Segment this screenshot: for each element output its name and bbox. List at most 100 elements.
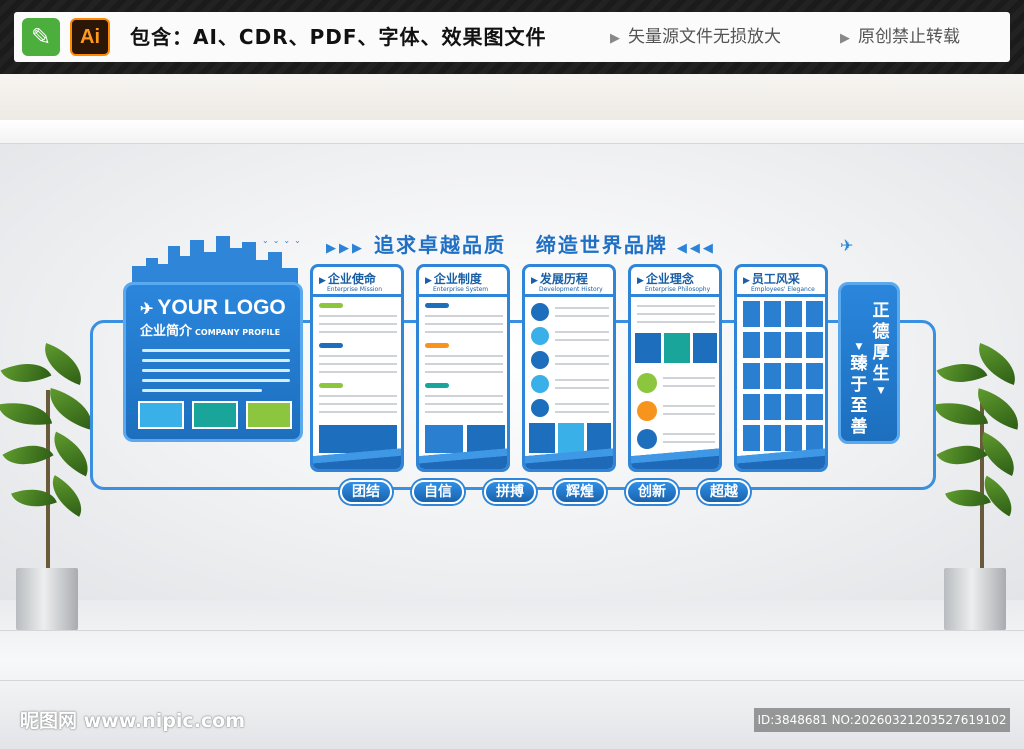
text-line [142, 389, 262, 392]
panel-title-text: 企业理念 [645, 272, 694, 286]
timeline-dot [531, 351, 549, 369]
text-line [663, 377, 715, 379]
text-line [319, 323, 397, 325]
panel-title-text: 发展历程 [539, 272, 588, 286]
text-line [555, 315, 609, 317]
employee-photo [806, 363, 823, 389]
text-line [319, 355, 397, 357]
motto-right-3: 生 [872, 364, 890, 384]
panel-subtitle: Enterprise Philosophy [645, 286, 711, 293]
panel-system: ▶ 企业制度 Enterprise System [416, 264, 510, 472]
building [190, 240, 204, 286]
motto-left-2: 至 [850, 396, 868, 416]
panel-history: ▶ 发展历程 Development History [522, 264, 616, 472]
headline: ▶▶▶ 追求卓越品质 缔造世界品牌 ◀◀◀ [326, 230, 866, 260]
text-line [637, 305, 715, 307]
wave-decoration [631, 447, 719, 469]
text-line [142, 359, 290, 362]
wave-decoration [737, 447, 825, 469]
bullet-pill [319, 383, 343, 388]
triangle-down-icon: ▼ [855, 342, 863, 352]
timeline-dot [531, 375, 549, 393]
wave-decoration [313, 447, 401, 469]
building [204, 252, 216, 286]
profile-cn: 企业简介 [140, 324, 193, 339]
photo-placeholder [664, 333, 690, 363]
value-chip: 自信 [412, 480, 464, 504]
panel-subtitle: Employees' Elegance [751, 286, 815, 293]
text-line [555, 411, 609, 413]
text-line [555, 379, 609, 381]
panel-mission: ▶ 企业使命 Enterprise Mission [310, 264, 404, 472]
text-line [142, 369, 290, 372]
photo-placeholder [246, 401, 292, 429]
employee-photo [764, 363, 781, 389]
motto-left-column: ▼ 臻 于 至 善 [849, 341, 869, 438]
panel-philosophy: ▶ 企业理念 Enterprise Philosophy [628, 264, 722, 472]
text-line [425, 411, 503, 413]
bullet-pill [425, 303, 449, 308]
wave-decoration [525, 447, 613, 469]
timeline-dot [531, 399, 549, 417]
text-line [663, 433, 715, 435]
employee-photo [785, 332, 802, 358]
photo-placeholder [138, 401, 184, 429]
text-line [425, 355, 503, 357]
value-chip: 拼搏 [484, 480, 536, 504]
employee-photo [764, 394, 781, 420]
employee-photo [743, 363, 760, 389]
panel-divider [525, 294, 613, 297]
triangle-icon: ▶ [531, 276, 538, 286]
bullet-pill [425, 343, 449, 348]
employee-photo [764, 332, 781, 358]
plane-logo-icon: ✈ [140, 301, 154, 318]
arrow-icons: ◀◀◀ [676, 241, 716, 256]
logo-text: YOUR LOGO [157, 296, 286, 319]
triangle-down-icon: ▼ [877, 386, 885, 396]
building [230, 248, 242, 286]
motto-right-column: 正 德 厚 生 ▼ [871, 301, 891, 398]
arrow-icons: ▶▶▶ [326, 241, 365, 256]
text-line [555, 307, 609, 309]
watermark-id: ID:3848681 NO:20260321203527619102 [754, 708, 1010, 732]
employee-photo [743, 301, 760, 327]
triangle-icon: ▶ [425, 276, 432, 286]
text-line [425, 363, 503, 365]
panel-divider [631, 294, 719, 297]
text-line [637, 313, 715, 315]
panel-divider [313, 294, 401, 297]
timeline-dot [531, 303, 549, 321]
text-line [425, 395, 503, 397]
text-line [555, 403, 609, 405]
employee-photo [806, 394, 823, 420]
text-line [319, 363, 397, 365]
motto-right-0: 正 [872, 301, 890, 321]
employee-photo [785, 394, 802, 420]
profile-en: COMPANY PROFILE [195, 328, 281, 337]
motto-right-2: 厚 [872, 343, 890, 363]
bullet-dot [637, 373, 657, 393]
text-line [319, 371, 397, 373]
text-line [425, 315, 503, 317]
text-line [142, 379, 290, 382]
text-line [663, 413, 715, 415]
panel-title-text: 企业制度 [433, 272, 482, 286]
paper-plane-icon: ✈ [840, 236, 854, 255]
photo-placeholder [635, 333, 661, 363]
motto-left-1: 于 [850, 375, 868, 395]
building [242, 242, 256, 286]
bullet-dot [637, 401, 657, 421]
wave-decoration [419, 447, 507, 469]
employee-photo [743, 332, 760, 358]
text-line [425, 323, 503, 325]
value-chip: 创新 [626, 480, 678, 504]
panel-subtitle: Enterprise System [433, 286, 489, 293]
text-line [555, 339, 609, 341]
building [268, 252, 282, 286]
text-line [319, 395, 397, 397]
bullet-dot [637, 429, 657, 449]
motto-panel: ▼ 臻 于 至 善 正 德 厚 生 ▼ [838, 282, 900, 444]
employee-photo [806, 332, 823, 358]
value-chip: 团结 [340, 480, 392, 504]
text-line [555, 355, 609, 357]
